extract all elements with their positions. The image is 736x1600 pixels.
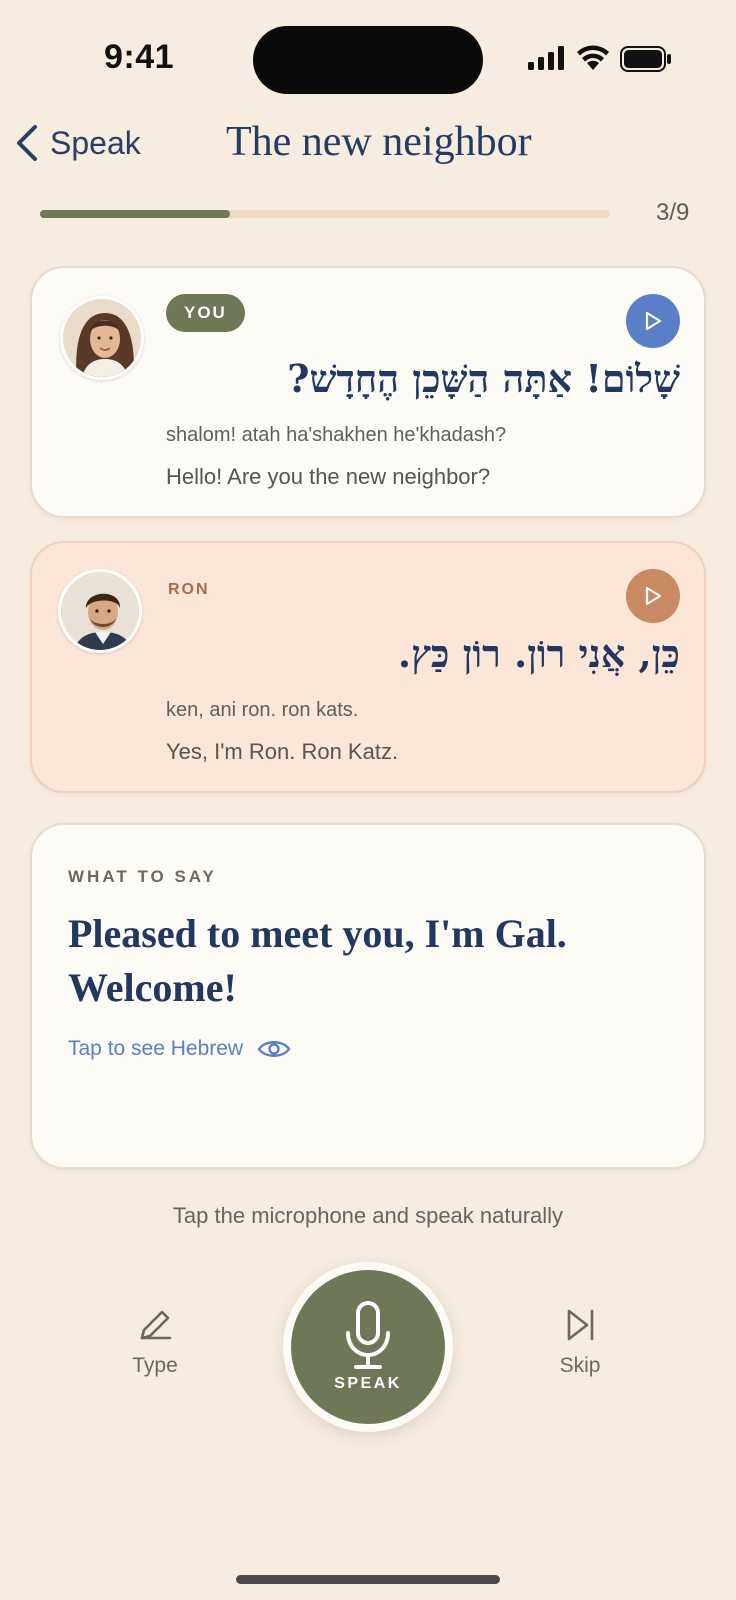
speaker-badge: YOU xyxy=(166,294,245,332)
speak-button[interactable]: SPEAK xyxy=(291,1270,445,1424)
cellular-signal-icon xyxy=(528,46,564,70)
microphone-icon xyxy=(346,1301,390,1369)
what-to-say-label: WHAT TO SAY xyxy=(68,867,217,886)
skip-forward-icon xyxy=(567,1309,594,1341)
home-indicator xyxy=(236,1575,500,1584)
play-icon xyxy=(645,586,662,606)
eye-icon xyxy=(257,1041,291,1057)
battery-icon xyxy=(620,46,671,72)
progress-count: 3/9 xyxy=(656,199,690,226)
prompt-text: Pleased to meet you, I'm Gal. Welcome! xyxy=(68,911,567,1010)
header: Speak The new neighbor xyxy=(0,110,736,180)
avatar xyxy=(58,569,142,653)
progress-fill xyxy=(40,210,230,218)
back-button[interactable]: Speak xyxy=(14,124,141,162)
speak-label: SPEAK xyxy=(334,1375,402,1392)
instruction-hint: Tap the microphone and speak naturally xyxy=(172,1203,564,1228)
hebrew-text: כֵּן, אֲנִי רוֹן. רוֹן כַּץ. xyxy=(397,631,680,676)
progress-bar xyxy=(40,210,610,218)
speak-button-ring: SPEAK xyxy=(283,1262,453,1432)
status-bar: 9:41 xyxy=(0,0,736,120)
status-time: 9:41 xyxy=(104,38,175,76)
transliteration: ken, ani ron. ron kats. xyxy=(166,699,359,721)
pencil-icon xyxy=(140,1310,172,1340)
skip-button[interactable]: Skip xyxy=(525,1306,635,1378)
message-card-you: YOU שָׁלוֹם! אַתָּה הַשָּׁכֵן הֶחָדָשׁ? … xyxy=(30,266,706,518)
play-audio-button[interactable] xyxy=(626,569,680,623)
back-label: Speak xyxy=(50,124,141,161)
man-avatar-icon xyxy=(61,572,139,650)
english-translation: Hello! Are you the new neighbor? xyxy=(166,464,491,489)
avatar xyxy=(60,296,144,380)
woman-avatar-icon xyxy=(63,299,141,377)
play-audio-button[interactable] xyxy=(626,294,680,348)
english-translation: Yes, I'm Ron. Ron Katz. xyxy=(166,739,399,764)
transliteration: shalom! atah ha'shakhen he'khadash? xyxy=(166,424,507,446)
page-title: The new neighbor xyxy=(226,119,532,165)
type-label: Type xyxy=(132,1354,178,1377)
what-to-say-card: WHAT TO SAY Pleased to meet you, I'm Gal… xyxy=(30,823,706,1169)
reveal-hebrew-button[interactable]: Tap to see Hebrew xyxy=(68,1037,291,1061)
hebrew-text: שָׁלוֹם! אַתָּה הַשָּׁכֵן הֶחָדָשׁ? xyxy=(287,356,680,401)
wifi-icon xyxy=(577,45,609,70)
skip-label: Skip xyxy=(559,1354,601,1377)
message-card-ron: RON כֵּן, אֲנִי רוֹן. רוֹן כַּץ. ken, an… xyxy=(30,541,706,793)
speaker-label: RON xyxy=(168,581,210,598)
chevron-left-icon xyxy=(17,125,37,161)
dynamic-island xyxy=(253,26,483,94)
type-button[interactable]: Type xyxy=(100,1306,210,1378)
reveal-hebrew-label: Tap to see Hebrew xyxy=(68,1037,244,1060)
play-icon xyxy=(645,311,662,331)
